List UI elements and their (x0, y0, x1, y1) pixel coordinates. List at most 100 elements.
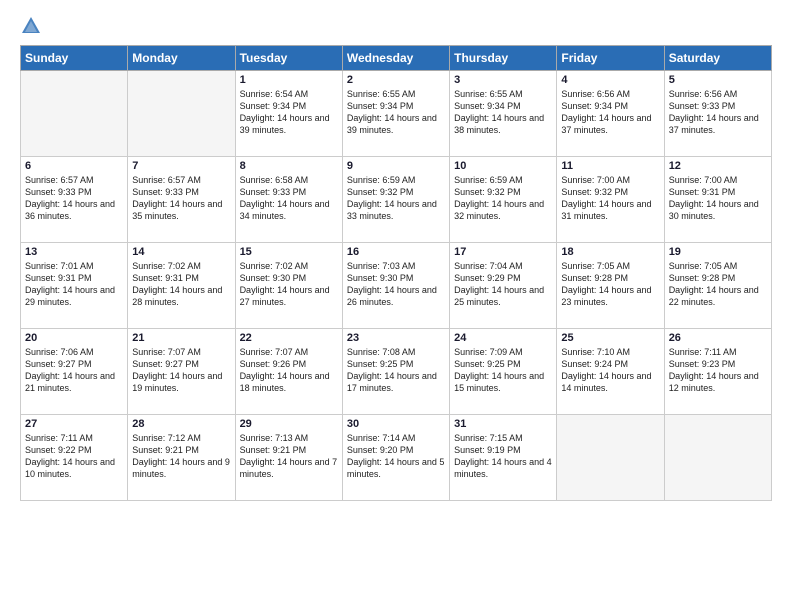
calendar-cell: 16 Sunrise: 7:03 AMSunset: 9:30 PMDayligh… (342, 243, 449, 329)
cell-info: Sunrise: 7:06 AMSunset: 9:27 PMDaylight:… (25, 346, 123, 395)
weekday-header: Saturday (664, 46, 771, 71)
cell-info: Sunrise: 7:09 AMSunset: 9:25 PMDaylight:… (454, 346, 552, 395)
calendar-cell: 20 Sunrise: 7:06 AMSunset: 9:27 PMDayligh… (21, 329, 128, 415)
calendar-cell: 26 Sunrise: 7:11 AMSunset: 9:23 PMDayligh… (664, 329, 771, 415)
cell-info: Sunrise: 7:00 AMSunset: 9:32 PMDaylight:… (561, 174, 659, 223)
day-number: 26 (669, 332, 767, 344)
weekday-header: Monday (128, 46, 235, 71)
cell-info: Sunrise: 6:55 AMSunset: 9:34 PMDaylight:… (454, 88, 552, 137)
day-number: 7 (132, 160, 230, 172)
day-number: 15 (240, 246, 338, 258)
cell-info: Sunrise: 6:55 AMSunset: 9:34 PMDaylight:… (347, 88, 445, 137)
calendar-cell: 30 Sunrise: 7:14 AMSunset: 9:20 PMDayligh… (342, 415, 449, 501)
day-number: 5 (669, 74, 767, 86)
cell-info: Sunrise: 6:56 AMSunset: 9:34 PMDaylight:… (561, 88, 659, 137)
calendar-cell (128, 71, 235, 157)
day-number: 23 (347, 332, 445, 344)
day-number: 14 (132, 246, 230, 258)
day-number: 28 (132, 418, 230, 430)
weekday-header: Tuesday (235, 46, 342, 71)
calendar-week-row: 13 Sunrise: 7:01 AMSunset: 9:31 PMDayligh… (21, 243, 772, 329)
day-number: 19 (669, 246, 767, 258)
day-number: 20 (25, 332, 123, 344)
calendar-cell: 9Sunrise: 6:59 AMSunset: 9:32 PMDaylight… (342, 157, 449, 243)
weekday-header: Thursday (450, 46, 557, 71)
day-number: 12 (669, 160, 767, 172)
day-number: 8 (240, 160, 338, 172)
cell-info: Sunrise: 7:02 AMSunset: 9:30 PMDaylight:… (240, 260, 338, 309)
cell-info: Sunrise: 7:11 AMSunset: 9:23 PMDaylight:… (669, 346, 767, 395)
cell-info: Sunrise: 7:07 AMSunset: 9:27 PMDaylight:… (132, 346, 230, 395)
calendar-cell: 22 Sunrise: 7:07 AMSunset: 9:26 PMDayligh… (235, 329, 342, 415)
calendar-cell: 12 Sunrise: 7:00 AMSunset: 9:31 PMDayligh… (664, 157, 771, 243)
day-number: 11 (561, 160, 659, 172)
calendar-cell: 19Sunrise: 7:05 AMSunset: 9:28 PMDayligh… (664, 243, 771, 329)
cell-info: Sunrise: 7:15 AMSunset: 9:19 PMDaylight:… (454, 432, 552, 481)
day-number: 21 (132, 332, 230, 344)
cell-info: Sunrise: 7:01 AMSunset: 9:31 PMDaylight:… (25, 260, 123, 309)
calendar-cell (557, 415, 664, 501)
calendar-cell (21, 71, 128, 157)
cell-info: Sunrise: 7:08 AMSunset: 9:25 PMDaylight:… (347, 346, 445, 395)
calendar-cell: 27Sunrise: 7:11 AMSunset: 9:22 PMDayligh… (21, 415, 128, 501)
day-number: 2 (347, 74, 445, 86)
calendar-cell: 21 Sunrise: 7:07 AMSunset: 9:27 PMDayligh… (128, 329, 235, 415)
cell-info: Sunrise: 6:56 AMSunset: 9:33 PMDaylight:… (669, 88, 767, 137)
calendar-cell: 24Sunrise: 7:09 AMSunset: 9:25 PMDayligh… (450, 329, 557, 415)
cell-info: Sunrise: 7:03 AMSunset: 9:30 PMDaylight:… (347, 260, 445, 309)
calendar-cell: 29 Sunrise: 7:13 AMSunset: 9:21 PMDayligh… (235, 415, 342, 501)
cell-info: Sunrise: 7:05 AMSunset: 9:28 PMDaylight:… (561, 260, 659, 309)
day-number: 29 (240, 418, 338, 430)
calendar-cell: 28 Sunrise: 7:12 AMSunset: 9:21 PMDayligh… (128, 415, 235, 501)
calendar-cell: 14Sunrise: 7:02 AMSunset: 9:31 PMDayligh… (128, 243, 235, 329)
cell-info: Sunrise: 7:10 AMSunset: 9:24 PMDaylight:… (561, 346, 659, 395)
cell-info: Sunrise: 6:59 AMSunset: 9:32 PMDaylight:… (347, 174, 445, 223)
day-number: 31 (454, 418, 552, 430)
cell-info: Sunrise: 6:58 AMSunset: 9:33 PMDaylight:… (240, 174, 338, 223)
calendar-cell: 17 Sunrise: 7:04 AMSunset: 9:29 PMDayligh… (450, 243, 557, 329)
calendar-week-row: 6Sunrise: 6:57 AMSunset: 9:33 PMDaylight… (21, 157, 772, 243)
day-number: 10 (454, 160, 552, 172)
weekday-header: Wednesday (342, 46, 449, 71)
day-number: 13 (25, 246, 123, 258)
calendar-cell: 13 Sunrise: 7:01 AMSunset: 9:31 PMDayligh… (21, 243, 128, 329)
calendar-cell (664, 415, 771, 501)
day-number: 17 (454, 246, 552, 258)
day-number: 16 (347, 246, 445, 258)
weekday-header-row: SundayMondayTuesdayWednesdayThursdayFrid… (21, 46, 772, 71)
cell-info: Sunrise: 7:12 AMSunset: 9:21 PMDaylight:… (132, 432, 230, 481)
calendar-cell: 5 Sunrise: 6:56 AMSunset: 9:33 PMDaylight… (664, 71, 771, 157)
header (20, 15, 772, 37)
calendar-cell: 18 Sunrise: 7:05 AMSunset: 9:28 PMDayligh… (557, 243, 664, 329)
day-number: 30 (347, 418, 445, 430)
cell-info: Sunrise: 7:14 AMSunset: 9:20 PMDaylight:… (347, 432, 445, 481)
calendar-cell: 11 Sunrise: 7:00 AMSunset: 9:32 PMDayligh… (557, 157, 664, 243)
cell-info: Sunrise: 7:11 AMSunset: 9:22 PMDaylight:… (25, 432, 123, 481)
calendar-cell: 3 Sunrise: 6:55 AMSunset: 9:34 PMDaylight… (450, 71, 557, 157)
day-number: 3 (454, 74, 552, 86)
page: SundayMondayTuesdayWednesdayThursdayFrid… (0, 0, 792, 612)
cell-info: Sunrise: 6:54 AMSunset: 9:34 PMDaylight:… (240, 88, 338, 137)
calendar: SundayMondayTuesdayWednesdayThursdayFrid… (20, 45, 772, 501)
cell-info: Sunrise: 6:57 AMSunset: 9:33 PMDaylight:… (132, 174, 230, 223)
calendar-cell: 6Sunrise: 6:57 AMSunset: 9:33 PMDaylight… (21, 157, 128, 243)
cell-info: Sunrise: 7:00 AMSunset: 9:31 PMDaylight:… (669, 174, 767, 223)
weekday-header: Friday (557, 46, 664, 71)
calendar-cell: 7 Sunrise: 6:57 AMSunset: 9:33 PMDaylight… (128, 157, 235, 243)
cell-info: Sunrise: 7:13 AMSunset: 9:21 PMDaylight:… (240, 432, 338, 481)
calendar-cell: 25Sunrise: 7:10 AMSunset: 9:24 PMDayligh… (557, 329, 664, 415)
calendar-cell: 8 Sunrise: 6:58 AMSunset: 9:33 PMDaylight… (235, 157, 342, 243)
day-number: 22 (240, 332, 338, 344)
cell-info: Sunrise: 7:04 AMSunset: 9:29 PMDaylight:… (454, 260, 552, 309)
logo-icon (20, 15, 42, 37)
cell-info: Sunrise: 7:07 AMSunset: 9:26 PMDaylight:… (240, 346, 338, 395)
calendar-week-row: 20 Sunrise: 7:06 AMSunset: 9:27 PMDayligh… (21, 329, 772, 415)
calendar-cell: 1Sunrise: 6:54 AMSunset: 9:34 PMDaylight… (235, 71, 342, 157)
cell-info: Sunrise: 6:59 AMSunset: 9:32 PMDaylight:… (454, 174, 552, 223)
calendar-week-row: 27Sunrise: 7:11 AMSunset: 9:22 PMDayligh… (21, 415, 772, 501)
day-number: 18 (561, 246, 659, 258)
calendar-cell: 15 Sunrise: 7:02 AMSunset: 9:30 PMDayligh… (235, 243, 342, 329)
calendar-cell: 4Sunrise: 6:56 AMSunset: 9:34 PMDaylight… (557, 71, 664, 157)
calendar-cell: 31 Sunrise: 7:15 AMSunset: 9:19 PMDayligh… (450, 415, 557, 501)
logo (20, 15, 45, 37)
